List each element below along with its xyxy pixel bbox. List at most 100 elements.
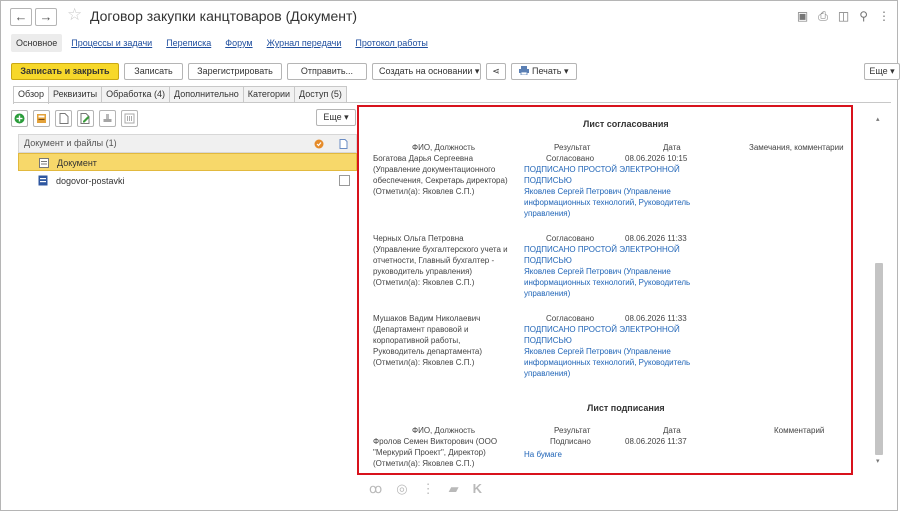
stamp-icon (103, 114, 112, 122)
signer-info: Яковлев Сергей Петрович (Управление инфо… (524, 187, 691, 218)
list-item-document[interactable]: Документ (18, 153, 357, 171)
preview-scrollbar[interactable]: ▴ ▾ (874, 111, 884, 469)
scroll-thumb[interactable] (875, 263, 883, 455)
approval-result: Согласовано (546, 314, 595, 323)
bottom-toolbar: ꝏ ◎ ⋮ ▰ K (369, 481, 482, 497)
sign-icon[interactable] (314, 139, 324, 149)
more-button[interactable]: Еще ▾ (864, 63, 900, 80)
back-button[interactable]: ← (10, 8, 32, 26)
stamp-button[interactable] (99, 110, 116, 127)
new-file-button[interactable] (55, 110, 72, 127)
tab-processing[interactable]: Обработка (4) (101, 86, 171, 103)
approval-result: Согласовано (546, 154, 595, 163)
preview-icon[interactable]: ◫ (838, 9, 849, 24)
signing-title: Лист подписания (587, 403, 665, 413)
header-date: Дата (663, 426, 681, 435)
signing-method: На бумаге (524, 450, 562, 459)
tab-correspondence[interactable]: Переписка (161, 34, 216, 52)
file-attach-icon[interactable] (339, 139, 348, 149)
approval-date: 08.06.2026 10:15 (625, 154, 688, 163)
more-label: Еще (323, 112, 342, 122)
scanner-icon (37, 114, 46, 123)
list-header-title: Документ и файлы (1) (24, 138, 117, 148)
target-icon[interactable]: ◎ (396, 481, 407, 497)
approver-person: Мушаков Вадим Николаевич (Департамент пр… (373, 314, 483, 367)
plus-circle-icon (14, 113, 25, 124)
favorite-star-icon[interactable]: ☆ (67, 5, 82, 25)
save-button[interactable]: Записать (124, 63, 183, 80)
tab-main[interactable]: Основное (11, 34, 63, 52)
nav-tabs: Основное Процессы и задачи Переписка Фор… (11, 34, 433, 52)
header-result: Результат (554, 426, 591, 435)
approval-sheet-preview: Лист согласования ФИО, Должность Результ… (357, 105, 853, 475)
chevron-down-icon: ▾ (344, 112, 349, 122)
header-person: ФИО, Должность (412, 143, 475, 152)
file-more-button[interactable]: Еще ▾ (316, 109, 356, 126)
signer-info: Яковлев Сергей Петрович (Управление инфо… (524, 267, 691, 298)
header-remarks: Замечания, комментарии (749, 143, 844, 152)
document-tabs: Обзор Реквизиты Обработка (4) Дополнител… (13, 86, 347, 104)
tab-transfer-log[interactable]: Журнал передачи (262, 34, 347, 52)
signing-date: 08.06.2026 11:37 (625, 437, 687, 446)
header-date: Дата (663, 143, 681, 152)
print-icon[interactable]: ⎙ (818, 9, 828, 24)
more-label: Еще (869, 66, 888, 76)
tab-processes[interactable]: Процессы и задачи (66, 34, 157, 52)
save-and-close-button[interactable]: Записать и закрыть (11, 63, 119, 80)
signing-result: Подписано (550, 437, 591, 446)
signature-label: ПОДПИСАНО ПРОСТОЙ ЭЛЕКТРОННОЙ ПОДПИСЬЮ (524, 245, 680, 265)
document-window: ← → ☆ Договор закупки канцтоваров (Докум… (0, 0, 900, 511)
scan-button[interactable] (33, 110, 50, 127)
register-button[interactable]: Зарегистрировать (188, 63, 282, 80)
signer-info: Яковлев Сергей Петрович (Управление инфо… (524, 347, 691, 378)
approver-person: Черных Ольга Петровна (Управление бухгал… (373, 234, 508, 287)
file-toolbar (11, 110, 138, 127)
more-icon[interactable]: ⋮ (878, 9, 890, 24)
barcode-icon (124, 113, 135, 124)
tab-forum[interactable]: Форум (220, 34, 257, 52)
forward-button[interactable]: → (35, 8, 57, 26)
print-button[interactable]: Печать ▾ (511, 63, 577, 80)
blank-page-icon (59, 113, 68, 124)
scroll-up-arrow[interactable]: ▴ (876, 115, 880, 123)
chat-icon[interactable]: ▰ (449, 481, 459, 497)
chevron-down-icon: ▾ (474, 66, 480, 76)
document-icon (39, 158, 49, 168)
edit-file-button[interactable] (77, 110, 94, 127)
tab-details[interactable]: Реквизиты (48, 86, 103, 103)
share-button[interactable]: ⋖ (486, 63, 506, 80)
title-bar: ← → ☆ Договор закупки канцтоваров (Докум… (10, 5, 890, 29)
add-button[interactable] (11, 110, 28, 127)
tab-work-log[interactable]: Протокол работы (350, 34, 432, 52)
file-list-header: Документ и файлы (1) (18, 134, 357, 153)
header-result: Результат (554, 143, 591, 152)
tree-icon[interactable]: ⋮ (422, 481, 435, 497)
edit-page-icon (80, 113, 90, 124)
window-title: Договор закупки канцтоваров (Документ) (90, 8, 358, 24)
people-icon[interactable]: ꝏ (369, 481, 382, 497)
tab-categories[interactable]: Категории (242, 86, 296, 103)
printer-icon (519, 66, 530, 76)
link-icon[interactable]: ⚲ (859, 9, 868, 24)
title-actions: ▣ ⎙ ◫ ⚲ ⋮ (797, 9, 890, 24)
signature-label: ПОДПИСАНО ПРОСТОЙ ЭЛЕКТРОННОЙ ПОДПИСЬЮ (524, 325, 680, 345)
approval-result: Согласовано (546, 234, 595, 243)
command-bar: Записать и закрыть Записать Зарегистриро… (11, 63, 900, 81)
barcode-button[interactable] (121, 110, 138, 127)
list-item-checkbox[interactable] (339, 175, 350, 186)
create-based-on-button[interactable]: Создать на основании ▾ (372, 63, 481, 80)
header-person: ФИО, Должность (412, 426, 475, 435)
approval-date: 08.06.2026 11:33 (625, 234, 687, 243)
approval-title: Лист согласования (583, 119, 669, 129)
create-based-on-label: Создать на основании (379, 66, 473, 76)
list-item-file[interactable]: dogovor-postavki (18, 172, 357, 190)
tab-additional[interactable]: Дополнительно (169, 86, 244, 103)
scroll-down-arrow[interactable]: ▾ (876, 457, 880, 465)
send-button[interactable]: Отправить... (287, 63, 367, 80)
tab-access[interactable]: Доступ (5) (294, 86, 347, 103)
k-icon[interactable]: K (473, 481, 482, 497)
chevron-down-icon: ▾ (890, 66, 895, 76)
approval-date: 08.06.2026 11:33 (625, 314, 687, 323)
approver-person: Богатова Дарья Сергеевна (Управление док… (373, 154, 508, 196)
save-icon[interactable]: ▣ (797, 9, 808, 24)
